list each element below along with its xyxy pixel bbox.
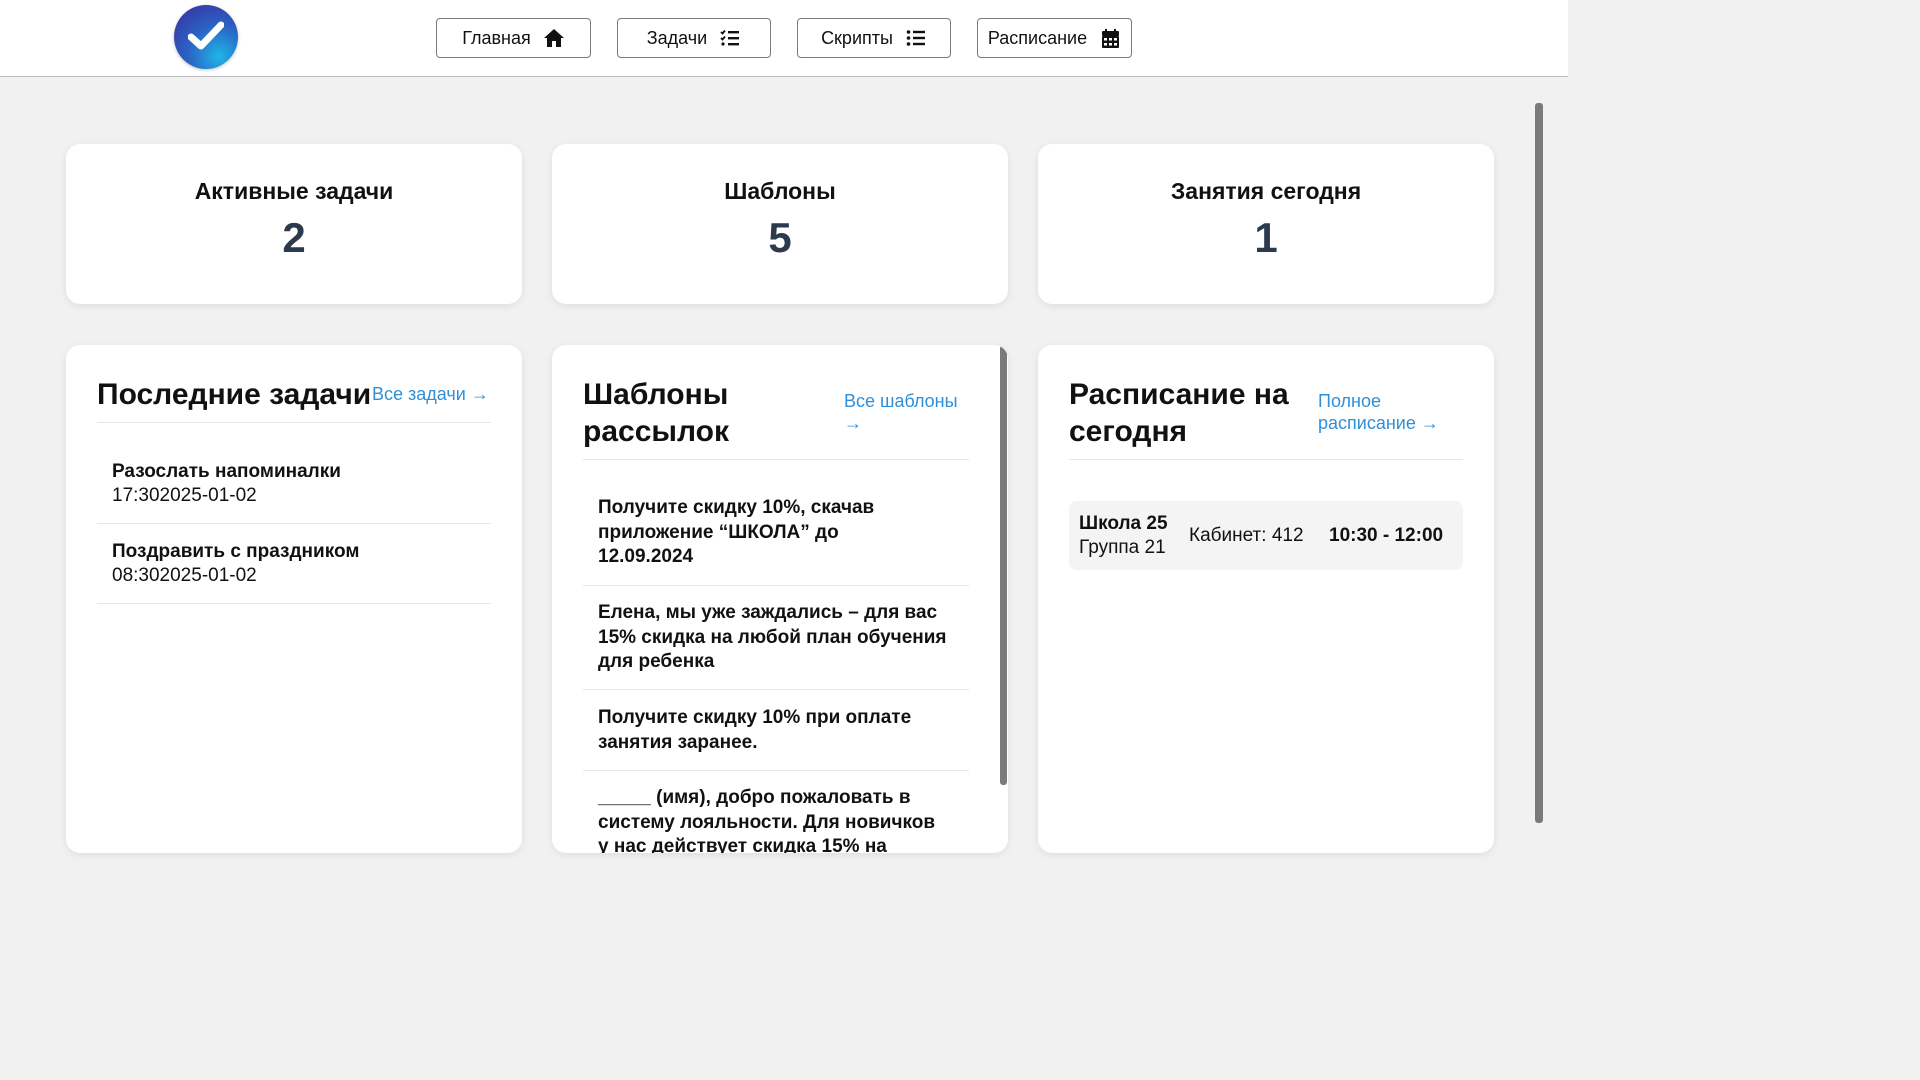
calendar-icon (1099, 27, 1121, 49)
divider (583, 585, 969, 586)
check-circle-icon[interactable] (174, 5, 238, 69)
panel-title-line: Расписание на (1069, 378, 1289, 411)
template-line: 15% скидка на любой план обучения (598, 626, 947, 648)
schedule-panel: Расписание на сегодня Полное расписание … (1038, 345, 1494, 853)
divider (97, 422, 491, 423)
link-line: → (844, 413, 862, 433)
stat-title: Шаблоны (724, 178, 836, 204)
template-line: систему лояльности. Для новичков (598, 811, 936, 833)
stat-value: 5 (768, 214, 792, 261)
nav-home-button[interactable]: Главная (436, 18, 591, 58)
stat-value: 1 (1254, 214, 1278, 261)
panel-title: Шаблоны рассылок (583, 376, 729, 450)
top-navbar: Главная Задачи Скрипты Расписание (0, 0, 1568, 77)
template-line: приложение “ШКОЛА” до (598, 521, 839, 543)
task-datetime: 08:302025-01-02 (112, 565, 257, 586)
divider (583, 770, 969, 771)
list-icon (905, 27, 927, 49)
schedule-time: 10:30 - 12:00 (1329, 525, 1444, 546)
panel-title-line: сегодня (1069, 415, 1188, 448)
stat-title: Занятия сегодня (1170, 178, 1362, 204)
divider (1069, 459, 1463, 460)
templates-panel: Шаблоны рассылок Все шаблоны → Получите … (552, 345, 1008, 853)
template-line: занятия заранее. (598, 731, 758, 753)
task-datetime: 17:302025-01-02 (112, 485, 257, 506)
page-scrollbar[interactable] (1535, 103, 1543, 823)
task-list-icon (719, 27, 741, 49)
nav-home-label: Главная (462, 27, 531, 48)
home-icon (543, 27, 565, 49)
stat-title: Активные задачи (194, 178, 394, 204)
panel-title-line: Шаблоны (583, 378, 729, 411)
stat-card-active-tasks: Активные задачи 2 (66, 144, 522, 304)
panel-title-line: рассылок (583, 415, 730, 448)
stat-card-templates: Шаблоны 5 (552, 144, 1008, 304)
template-item[interactable]: _____ (имя), добро пожаловать в систему … (598, 786, 935, 853)
template-line: _____ (имя), добро пожаловать в (598, 787, 911, 808)
panel-title: Расписание на сегодня (1069, 376, 1289, 450)
schedule-group: Группа 21 (1079, 537, 1166, 558)
template-line: Елена, мы уже заждались – для вас (598, 602, 938, 623)
schedule-school: Школа 25 (1079, 513, 1168, 534)
nav-scripts-button[interactable]: Скрипты (797, 18, 951, 58)
nav-scripts-label: Скрипты (821, 27, 893, 48)
schedule-room: Кабинет: 412 (1189, 525, 1304, 546)
template-line: 12.09.2024 (598, 546, 694, 567)
nav-tasks-button[interactable]: Задачи (617, 18, 771, 58)
template-item[interactable]: Получите скидку 10%, скачав приложение “… (598, 496, 874, 570)
task-name: Разослать напоминалки (112, 461, 341, 482)
panel-title: Последние задачи (97, 378, 372, 411)
stat-value: 2 (282, 214, 306, 261)
stat-card-lessons-today: Занятия сегодня 1 (1038, 144, 1494, 304)
link-line: расписание → (1318, 413, 1439, 433)
divider (97, 523, 491, 524)
template-line: Получите скидку 10%, скачав (598, 497, 875, 518)
all-tasks-link[interactable]: Все задачи → (372, 383, 489, 405)
link-line: Полное (1318, 391, 1382, 411)
task-name: Поздравить с праздником (112, 541, 360, 562)
all-templates-link[interactable]: Все шаблоны → (844, 390, 958, 434)
nav-schedule-button[interactable]: Расписание (977, 18, 1132, 58)
recent-tasks-panel: Последние задачи Все задачи → Разослать … (66, 345, 522, 853)
template-line: для ребенка (598, 651, 715, 672)
schedule-item[interactable]: Школа 25 Группа 21 Кабинет: 412 10:30 - … (1069, 501, 1463, 570)
divider (583, 689, 969, 690)
nav-schedule-label: Расписание (987, 27, 1088, 48)
templates-scrollbar[interactable] (1000, 345, 1007, 785)
template-line: у нас действует скидка 15% на (598, 836, 887, 853)
link-line: Все шаблоны (844, 391, 958, 411)
template-line: Получите скидку 10% при оплате (598, 707, 912, 728)
nav-tasks-label: Задачи (646, 27, 708, 48)
template-item[interactable]: Получите скидку 10% при оплате занятия з… (598, 706, 911, 755)
divider (583, 459, 969, 460)
template-item[interactable]: Елена, мы уже заждались – для вас 15% ск… (598, 601, 947, 675)
full-schedule-link[interactable]: Полное расписание → (1318, 390, 1439, 434)
divider (97, 603, 491, 604)
